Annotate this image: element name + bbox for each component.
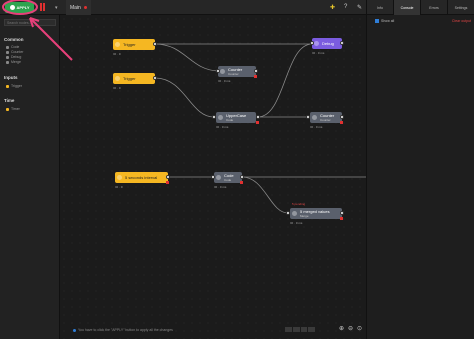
tab-settings[interactable]: Settings — [447, 0, 474, 15]
output-port[interactable] — [340, 115, 344, 119]
input-port[interactable] — [212, 115, 216, 119]
node-trigger-1[interactable]: Trigger — [113, 39, 155, 50]
info-icon — [73, 328, 76, 332]
input-port[interactable] — [216, 69, 220, 73]
error-indicator — [254, 75, 257, 78]
unsaved-indicator — [83, 6, 87, 9]
node-meta: IO · 0 — [113, 86, 121, 90]
search-input[interactable] — [4, 19, 56, 26]
node-debug[interactable]: Debug — [312, 38, 342, 49]
output-port[interactable] — [256, 115, 260, 119]
minimap-strip — [285, 327, 315, 332]
play-icon — [115, 76, 120, 81]
error-indicator — [166, 181, 169, 184]
clock-icon — [6, 107, 9, 111]
clock-icon — [117, 175, 122, 180]
apply-button[interactable]: APPLY — [5, 2, 34, 13]
node-meta: IO · 0 ms — [214, 185, 227, 189]
section-time: Time — [4, 98, 15, 103]
node-counter-1[interactable]: Counter Counter — [218, 66, 256, 77]
zoom-fit-icon[interactable]: ⊙ — [356, 326, 363, 333]
node-uppercase[interactable]: UpperCase Code — [216, 112, 256, 123]
debug-icon — [6, 55, 9, 59]
node-meta: IO · 0 ms — [216, 125, 229, 129]
palette-item-counter[interactable]: Counter — [6, 50, 23, 54]
node-merge[interactable]: 5 merged values Merge — [290, 208, 342, 219]
section-inputs: Inputs — [4, 75, 18, 80]
input-port[interactable] — [310, 41, 314, 45]
error-indicator — [256, 121, 259, 124]
tab-info[interactable]: Info — [366, 0, 393, 15]
edit-icon[interactable]: ✎ — [357, 4, 362, 11]
tab-main[interactable]: Main — [66, 0, 91, 15]
counter-icon — [220, 69, 225, 74]
section-common: Common — [4, 37, 24, 42]
node-meta: IO · 0 ms — [218, 79, 231, 83]
chevron-down-icon[interactable]: ▾ — [55, 5, 58, 11]
error-indicator — [340, 121, 343, 124]
palette-item-merge[interactable]: Merge — [6, 60, 21, 64]
apply-label: APPLY — [16, 5, 30, 10]
check-icon — [9, 5, 15, 10]
counter-icon — [6, 50, 9, 54]
node-timer[interactable]: 5 seconds interval — [115, 172, 168, 183]
code-icon — [218, 115, 223, 120]
play-icon — [115, 42, 120, 47]
palette-item-code[interactable]: Code — [6, 45, 19, 49]
error-indicator — [340, 217, 343, 220]
right-tabs: Info Console Errors Settings — [366, 0, 474, 15]
node-meta: IO · 0 — [113, 52, 121, 56]
top-bar: APPLY ▾ Main ✚ ? ✎ Info Console Errors S… — [0, 0, 474, 15]
output-port[interactable] — [254, 69, 258, 73]
error-indicator — [240, 181, 243, 184]
palette-item-debug[interactable]: Debug — [6, 55, 21, 59]
tab-errors[interactable]: Errors — [420, 0, 447, 15]
add-icon[interactable]: ✚ — [330, 4, 335, 11]
node-meta: IO · 0 ms — [290, 221, 303, 225]
clear-output-button[interactable]: Clear output — [452, 19, 471, 23]
output-port[interactable] — [240, 175, 244, 179]
play-icon — [6, 84, 9, 88]
input-port[interactable] — [286, 211, 290, 215]
node-code[interactable]: Code Code — [214, 172, 242, 183]
show-all-checkbox[interactable] — [375, 19, 379, 23]
zoom-in-icon[interactable]: ⊕ — [338, 326, 345, 333]
tab-main-label: Main — [70, 4, 81, 11]
output-port[interactable] — [153, 76, 157, 80]
output-port[interactable] — [166, 175, 170, 179]
pending-tag: 5 pending — [292, 202, 306, 206]
bug-icon — [314, 41, 319, 46]
node-trigger-2[interactable]: Trigger — [113, 73, 155, 84]
output-port[interactable] — [340, 41, 344, 45]
node-meta: IO · 0 ms — [312, 51, 325, 55]
console-panel: Show all Clear output — [366, 15, 474, 339]
zoom-out-icon[interactable]: ⊖ — [347, 326, 354, 333]
node-meta: IO · 0 — [115, 185, 123, 189]
pause-icon[interactable] — [40, 3, 46, 11]
show-all-label: Show all — [381, 19, 395, 23]
node-palette: Common Code Counter Debug Merge Inputs T… — [0, 15, 60, 339]
code-icon — [6, 45, 9, 49]
apply-hint: You have to click the "APPLY" button to … — [73, 328, 173, 332]
output-port[interactable] — [340, 211, 344, 215]
input-port[interactable] — [211, 175, 215, 179]
input-port[interactable] — [306, 115, 310, 119]
node-counter-2[interactable]: Counter Counter — [310, 112, 342, 123]
output-port[interactable] — [153, 42, 157, 46]
code-icon — [216, 175, 221, 180]
counter-icon — [312, 115, 317, 120]
merge-icon — [292, 211, 297, 216]
help-icon[interactable]: ? — [344, 4, 347, 10]
palette-item-timer[interactable]: Timer — [6, 107, 20, 111]
tab-console[interactable]: Console — [393, 0, 420, 15]
node-meta: IO · 0 ms — [310, 125, 323, 129]
merge-icon — [6, 60, 9, 64]
palette-item-trigger[interactable]: Trigger — [6, 84, 22, 88]
